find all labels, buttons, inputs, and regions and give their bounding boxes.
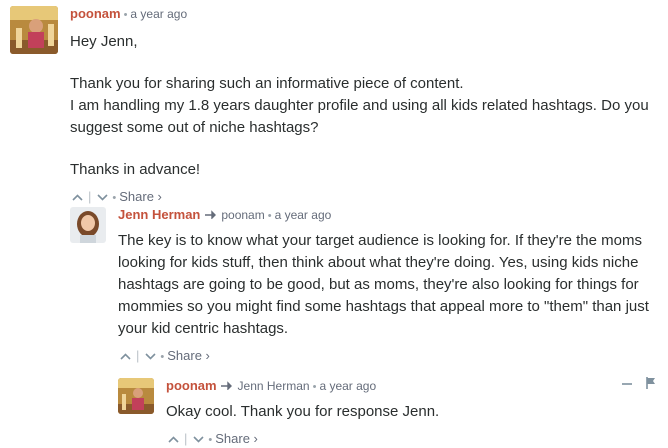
chevron-down-icon[interactable] — [191, 431, 205, 447]
comment-meta: Jenn Herman poonam • a year ago — [118, 207, 660, 224]
avatar-image — [70, 207, 106, 243]
comment-actions: | • Share › — [166, 431, 660, 448]
author-name[interactable]: poonam — [70, 6, 121, 21]
separator-dot: • — [112, 192, 117, 204]
comment-paragraph: I am handling my 1.8 years daughter prof… — [70, 97, 649, 136]
comment-paragraph: Thanks in advance! — [70, 161, 201, 178]
timestamp[interactable]: a year ago — [130, 7, 187, 21]
reply-arrow-icon — [220, 379, 235, 393]
vote-divider: | — [136, 348, 140, 363]
avatar-poonam[interactable] — [10, 6, 58, 54]
comment-actions: | • Share › — [70, 189, 660, 206]
author-name[interactable]: poonam — [166, 378, 217, 393]
chevron-up-icon[interactable] — [70, 189, 84, 205]
comment-actions: | • Share › — [118, 348, 660, 365]
vote-divider: | — [88, 189, 92, 204]
separator-dot: • — [267, 210, 272, 222]
timestamp[interactable]: a year ago — [275, 208, 332, 222]
author-name[interactable]: Jenn Herman — [118, 207, 200, 222]
comment-text: Okay cool. Thank you for response Jenn. — [166, 401, 660, 423]
chevron-down-icon[interactable] — [143, 348, 157, 364]
reply-to-link[interactable]: Jenn Herman — [238, 379, 310, 393]
comment-text: Hey Jenn, Thank you for sharing such an … — [70, 31, 660, 181]
comment-tools — [622, 377, 656, 392]
comment-paragraph: Hey Jenn, — [70, 33, 138, 50]
separator-dot: • — [160, 351, 165, 363]
comment-meta: poonam • a year ago — [70, 6, 660, 23]
chevron-up-icon[interactable] — [118, 348, 132, 364]
separator-dot: • — [208, 434, 213, 446]
avatar-jenn-herman[interactable] — [70, 207, 106, 243]
timestamp[interactable]: a year ago — [319, 379, 376, 393]
reply-to-link[interactable]: poonam — [221, 208, 264, 222]
comment-paragraph: Thank you for sharing such an informativ… — [70, 75, 464, 92]
comment-meta: poonam Jenn Herman • a year ago — [166, 378, 660, 395]
comment-text: The key is to know what your target audi… — [118, 230, 660, 340]
comment-paragraph: Okay cool. Thank you for response Jenn. — [166, 403, 440, 420]
share-button[interactable]: Share › — [167, 348, 210, 363]
reply-arrow-icon — [204, 208, 219, 222]
separator-dot: • — [312, 381, 317, 393]
share-button[interactable]: Share › — [119, 189, 162, 204]
chevron-down-icon[interactable] — [95, 189, 109, 205]
avatar-poonam[interactable] — [118, 378, 154, 414]
flag-icon[interactable] — [646, 377, 656, 392]
avatar-image — [118, 378, 154, 414]
chevron-up-icon[interactable] — [166, 431, 180, 447]
separator-dot: • — [123, 9, 128, 21]
vote-divider: | — [184, 431, 188, 446]
avatar-image — [10, 6, 58, 54]
minus-icon[interactable] — [622, 377, 632, 392]
share-button[interactable]: Share › — [215, 431, 258, 446]
comment-paragraph: The key is to know what your target audi… — [118, 232, 649, 337]
